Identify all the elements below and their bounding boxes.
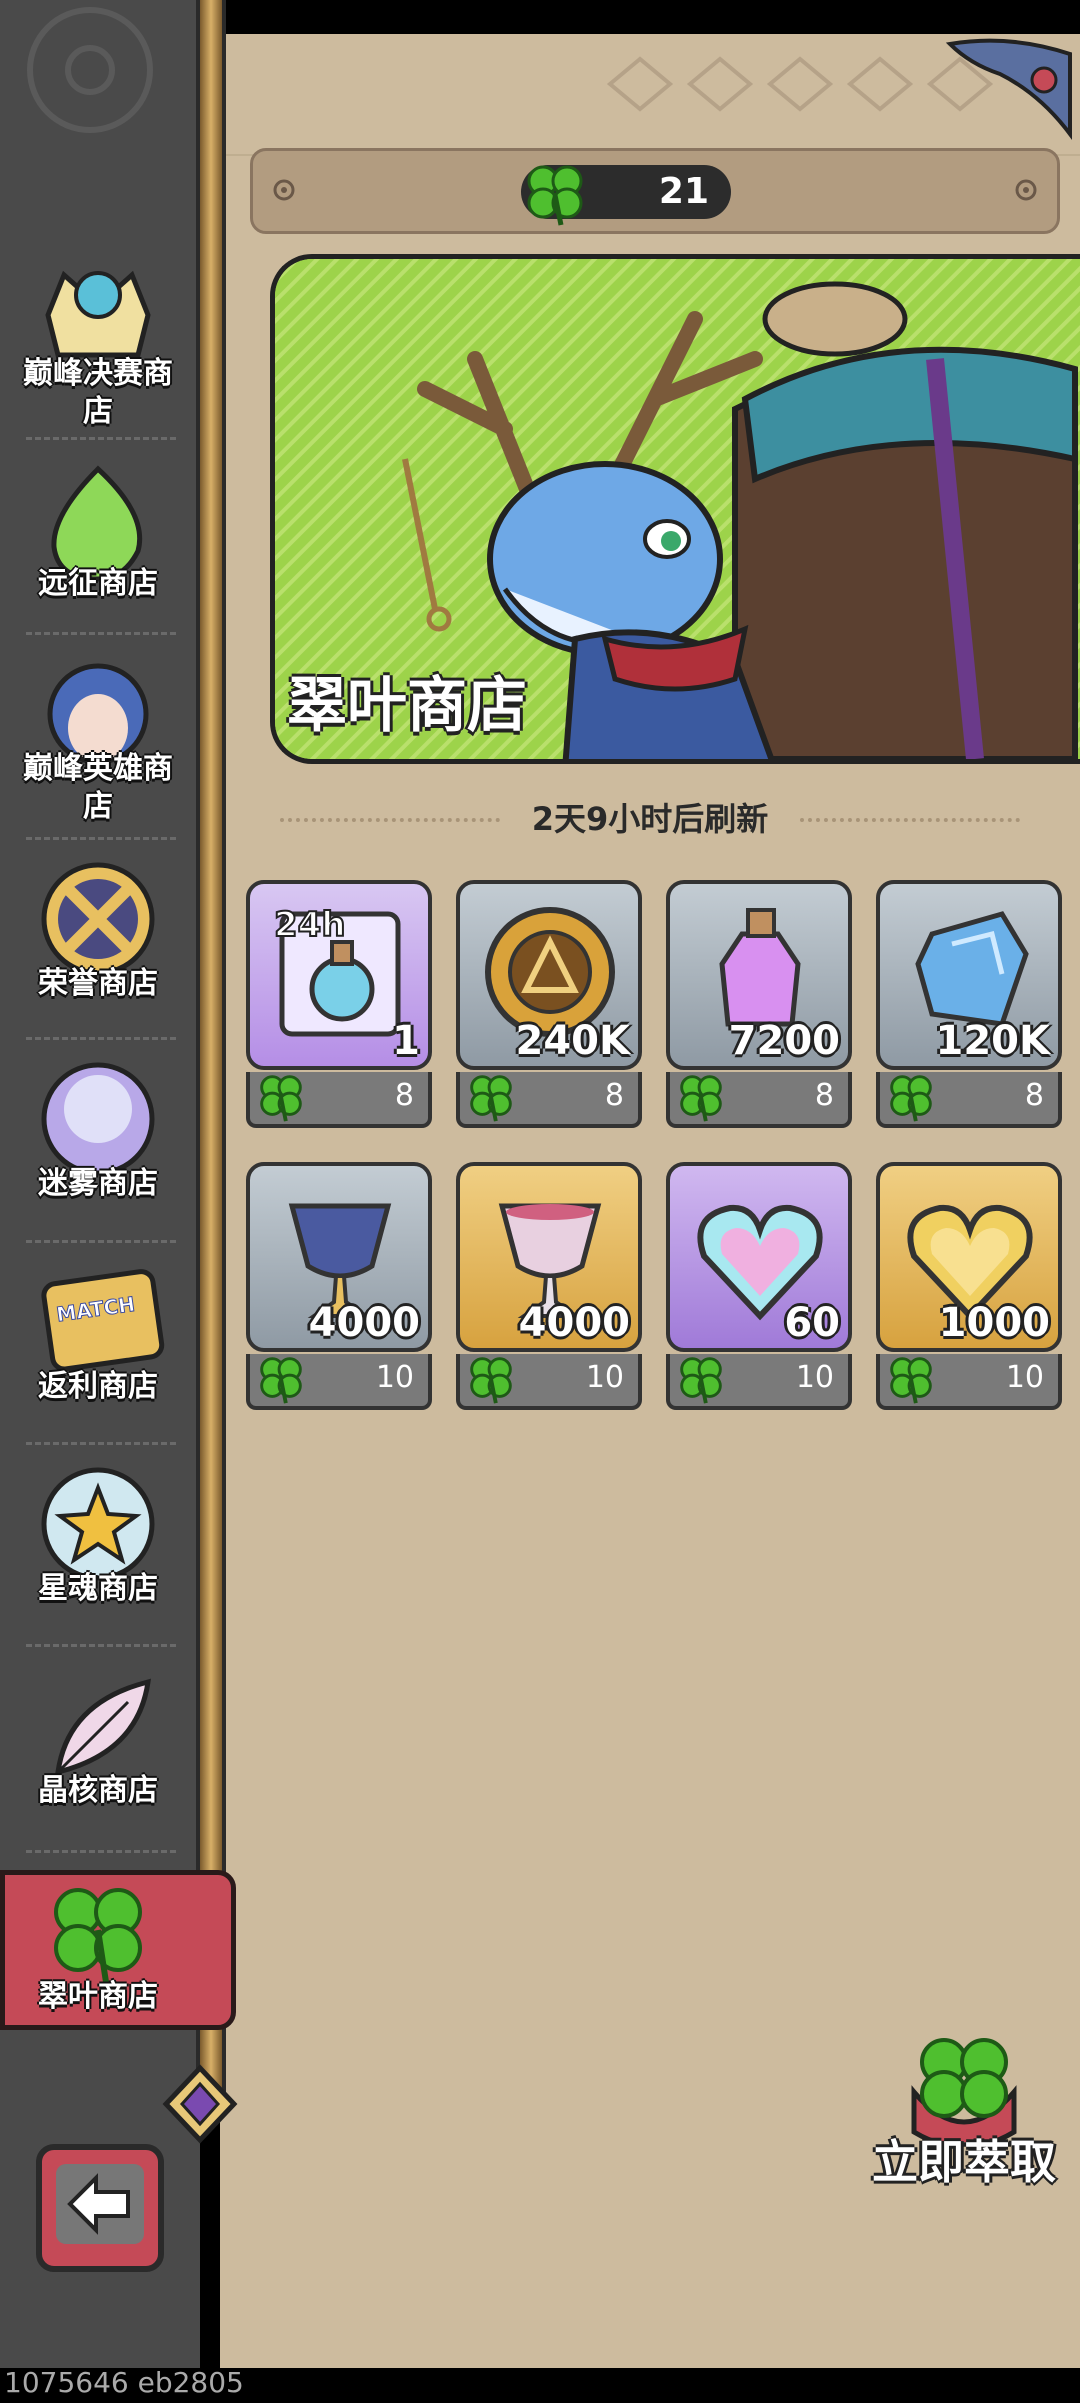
shop-item[interactable]: 1000 10 xyxy=(876,1162,1062,1414)
sidebar-divider xyxy=(26,1442,176,1445)
shop-item[interactable]: 7200 8 xyxy=(666,880,852,1132)
shop-item-quantity: 1000 xyxy=(938,1300,1050,1346)
ornament-dot-icon xyxy=(1015,179,1037,201)
sidebar-item-9[interactable]: 翠叶商店 xyxy=(0,1868,196,2058)
shop-item-quantity: 1 xyxy=(392,1018,420,1064)
clover-icon xyxy=(252,1068,310,1126)
sidebar-item-label: 巅峰英雄商店 xyxy=(23,751,173,824)
shop-item-card: 7200 xyxy=(666,880,852,1070)
shop-item-quantity: 60 xyxy=(784,1300,840,1346)
sidebar-item-label: 巅峰决赛商店 xyxy=(23,356,173,429)
sidebar-divider xyxy=(26,1240,176,1243)
shop-banner: 翠叶商店 xyxy=(270,254,1080,764)
sidebar-item-7[interactable]: 星魂商店 xyxy=(0,1460,196,1650)
back-arrow-icon xyxy=(67,2173,130,2235)
shop-item[interactable]: 240K 8 xyxy=(456,880,642,1132)
shop-item-price: 8 xyxy=(246,1072,432,1128)
shop-item-price: 10 xyxy=(876,1354,1062,1410)
shop-item-quantity: 120K xyxy=(935,1018,1051,1064)
corner-ornament-icon xyxy=(945,38,1072,140)
sidebar-item-3[interactable]: 巅峰英雄商店 xyxy=(0,650,196,840)
shop-item-quantity: 4000 xyxy=(518,1300,630,1346)
back-button[interactable] xyxy=(36,2144,164,2272)
shop-item-card: 24h 1 xyxy=(246,880,432,1070)
sidebar-item-1[interactable]: 巅峰决赛商店 xyxy=(0,255,196,445)
banner-title: 翠叶商店 xyxy=(287,671,527,741)
extract-now-label: 立即萃取 xyxy=(872,2135,1056,2189)
shop-item-card: 60 xyxy=(666,1162,852,1352)
shop-item[interactable]: 120K 8 xyxy=(876,880,1062,1132)
sidebar-item-label: 翠叶商店 xyxy=(38,1979,158,2014)
shop-item-card: 1000 xyxy=(876,1162,1062,1352)
sidebar-item-label: 返利商店 xyxy=(38,1369,158,1404)
clover-icon xyxy=(672,1350,730,1408)
shop-item[interactable]: 24h 1 8 xyxy=(246,880,432,1132)
shop-item-price-value: 8 xyxy=(1024,1078,1044,1113)
sidebar-item-5[interactable]: 迷雾商店 xyxy=(0,1055,196,1245)
sidebar-divider xyxy=(26,1037,176,1040)
extract-now-button[interactable]: 立即萃取 xyxy=(866,2022,1062,2222)
sidebar-divider xyxy=(26,437,176,440)
shop-item-price: 10 xyxy=(666,1354,852,1410)
clover-icon xyxy=(672,1068,730,1126)
shop-item-price-value: 10 xyxy=(795,1360,834,1395)
clover-icon xyxy=(462,1350,520,1408)
shop-item-price-value: 10 xyxy=(585,1360,624,1395)
shop-item-quantity: 240K xyxy=(515,1018,631,1064)
clover-icon xyxy=(527,165,583,226)
extract-clover-icon xyxy=(911,2038,1017,2142)
shop-item-price: 8 xyxy=(666,1072,852,1128)
refresh-timer: 2天9小时后刷新 xyxy=(220,794,1080,840)
shop-item-price-value: 10 xyxy=(375,1360,414,1395)
shop-item-card: 120K xyxy=(876,880,1062,1070)
sidebar-item-label: 远征商店 xyxy=(38,566,158,601)
shop-item-price-value: 8 xyxy=(814,1078,834,1113)
clover-icon xyxy=(882,1068,940,1126)
sidebar-rail xyxy=(196,0,226,2110)
sidebar-divider xyxy=(26,632,176,635)
emblem-watermark-icon xyxy=(27,7,153,133)
clover-icon xyxy=(252,1350,310,1408)
clover-icon xyxy=(462,1068,520,1126)
clover-icon xyxy=(882,1350,940,1408)
sidebar-divider xyxy=(26,837,176,840)
shop-item-card: 4000 xyxy=(246,1162,432,1352)
shop-item[interactable]: 4000 10 xyxy=(246,1162,432,1414)
sidebar-item-label: 迷雾商店 xyxy=(38,1166,158,1201)
sidebar-item-label: 晶核商店 xyxy=(38,1773,158,1808)
sidebar-item-8[interactable]: 晶核商店 xyxy=(0,1662,196,1852)
shop-item-price-value: 8 xyxy=(394,1078,414,1113)
shop-item-price: 8 xyxy=(876,1072,1062,1128)
shop-item-quantity: 7200 xyxy=(728,1018,840,1064)
shop-item-price-value: 10 xyxy=(1005,1360,1044,1395)
sidebar-item-4[interactable]: 荣誉商店 xyxy=(0,855,196,1045)
sidebar-divider xyxy=(26,1850,176,1853)
build-id-text: 1075646 eb2805 xyxy=(4,2366,244,2399)
shop-item-price-value: 8 xyxy=(604,1078,624,1113)
sidebar-item-2[interactable]: 远征商店 xyxy=(0,455,196,645)
currency-bar: 21 xyxy=(250,148,1060,234)
shop-item-quantity: 4000 xyxy=(308,1300,420,1346)
sidebar-item-label: 星魂商店 xyxy=(38,1571,158,1606)
shop-item-price: 10 xyxy=(246,1354,432,1410)
svg-text:24h: 24h xyxy=(274,905,346,945)
sidebar-item-label: 荣誉商店 xyxy=(38,966,158,1001)
shop-item-price: 8 xyxy=(456,1072,642,1128)
shop-item-price: 10 xyxy=(456,1354,642,1410)
sidebar-item-6[interactable]: MATCH 返利商店 xyxy=(0,1258,196,1448)
ornament-dot-icon xyxy=(273,179,295,201)
back-button-inner xyxy=(56,2164,144,2244)
shop-item[interactable]: 60 10 xyxy=(666,1162,852,1414)
currency-amount: 21 xyxy=(658,171,709,212)
sidebar-divider xyxy=(26,1644,176,1647)
refresh-timer-text: 2天9小时后刷新 xyxy=(517,800,783,838)
shop-item-card: 4000 xyxy=(456,1162,642,1352)
shop-item[interactable]: 4000 10 xyxy=(456,1162,642,1414)
shop-item-card: 240K xyxy=(456,880,642,1070)
rail-gem-icon xyxy=(162,2064,238,2144)
